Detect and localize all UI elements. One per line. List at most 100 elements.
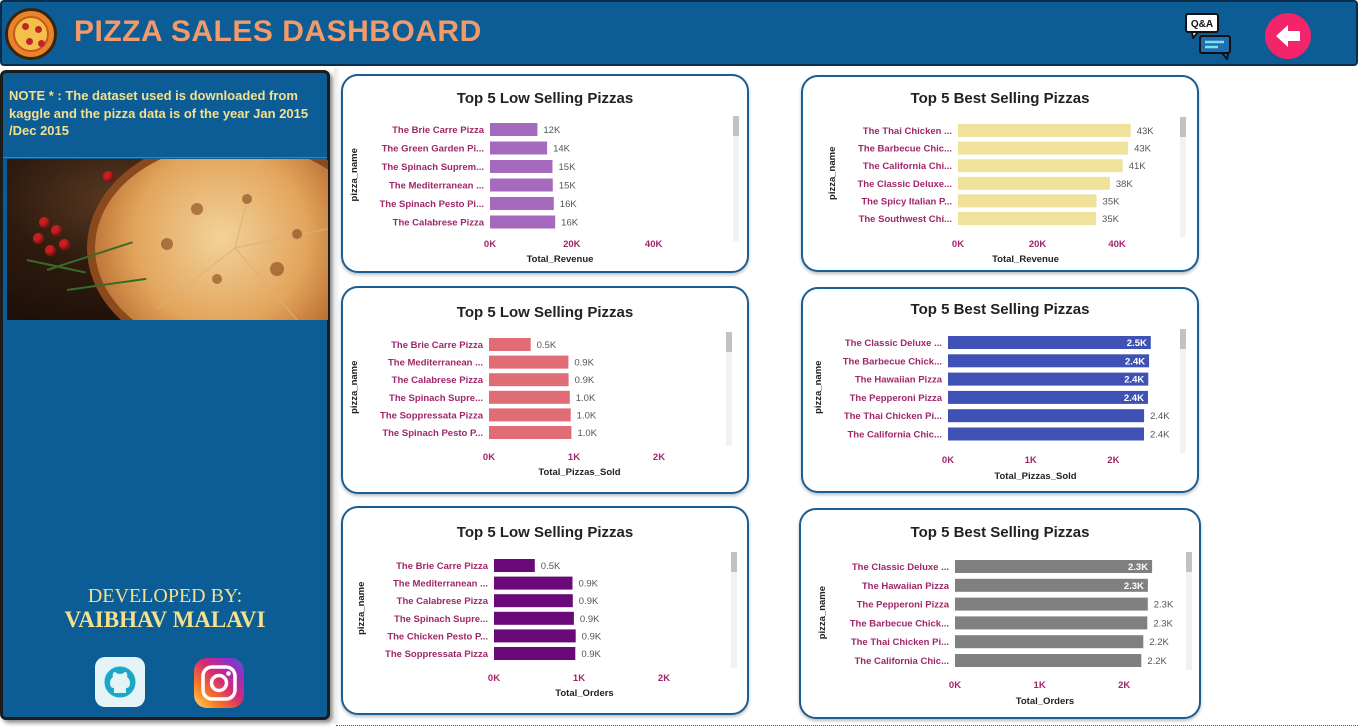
bar bbox=[494, 559, 535, 572]
x-axis-title: Total_Revenue bbox=[992, 254, 1059, 265]
data-label: 2.4K bbox=[1124, 393, 1144, 404]
x-tick-label: 40K bbox=[645, 239, 663, 250]
instagram-link[interactable] bbox=[194, 658, 244, 708]
data-label: 0.9K bbox=[575, 375, 595, 386]
instagram-icon bbox=[201, 665, 237, 701]
data-label: 0.9K bbox=[580, 614, 600, 625]
category-label: The California Chic... bbox=[848, 430, 943, 441]
chart-card-best-orders[interactable]: Top 5 Best Selling Pizzas The Classic De… bbox=[799, 508, 1201, 719]
y-axis-title: pizza_name bbox=[813, 361, 824, 414]
data-label: 16K bbox=[561, 218, 579, 229]
bar bbox=[955, 597, 1148, 611]
data-label: 0.9K bbox=[581, 649, 601, 660]
category-label: The Brie Carre Pizza bbox=[391, 340, 484, 351]
bar bbox=[490, 215, 556, 229]
bar-chart-low-pizzas-sold: The Brie Carre Pizza 0.5K The Mediterranea… bbox=[349, 332, 732, 478]
bar bbox=[490, 160, 553, 173]
dashboard-header: PIZZA SALES DASHBOARD Q&A bbox=[0, 0, 1358, 66]
bar bbox=[489, 408, 571, 422]
dataset-note: NOTE * : The dataset used is downloaded … bbox=[9, 88, 309, 138]
x-axis-title: Total_Revenue bbox=[527, 254, 594, 265]
bar bbox=[955, 560, 1153, 573]
data-label: 1.0K bbox=[577, 410, 597, 421]
bar-chart-low-orders: The Brie Carre Pizza 0.5K The Mediterranea… bbox=[356, 552, 737, 699]
category-label: The California Chi... bbox=[863, 161, 952, 172]
category-label: The Southwest Chi... bbox=[859, 214, 952, 225]
bar bbox=[494, 594, 573, 608]
category-label: The Pepperoni Pizza bbox=[857, 600, 950, 611]
chart-card-best-pizzas-sold[interactable]: Top 5 Best Selling Pizzas The Classic De… bbox=[801, 287, 1199, 493]
arrow-left-icon bbox=[1276, 25, 1300, 47]
bar bbox=[494, 629, 576, 643]
scrollbar-thumb bbox=[1186, 552, 1192, 572]
bar bbox=[948, 409, 1145, 423]
chart-card-low-pizzas-sold[interactable]: Top 5 Low Selling Pizzas The Brie Carre … bbox=[341, 286, 749, 494]
data-label: 0.5K bbox=[541, 561, 561, 572]
x-tick-label: 0K bbox=[952, 239, 964, 250]
bar bbox=[958, 141, 1129, 155]
data-label: 38K bbox=[1116, 179, 1134, 190]
bar bbox=[494, 611, 574, 625]
x-tick-label: 1K bbox=[1034, 680, 1046, 691]
x-tick-label: 2K bbox=[1107, 455, 1119, 466]
bar bbox=[948, 354, 1150, 368]
qa-button[interactable]: Q&A bbox=[1184, 12, 1234, 60]
x-tick-label: 1K bbox=[573, 673, 585, 684]
data-label: 0.9K bbox=[582, 631, 602, 642]
bar bbox=[955, 654, 1142, 667]
bar bbox=[948, 336, 1151, 349]
category-label: The Barbecue Chick... bbox=[850, 618, 949, 629]
chart-card-best-revenue[interactable]: Top 5 Best Selling Pizzas The Thai Chick… bbox=[801, 75, 1199, 272]
category-label: The Classic Deluxe ... bbox=[845, 338, 942, 349]
scrollbar-thumb bbox=[731, 552, 737, 572]
data-label: 2.2K bbox=[1149, 637, 1169, 648]
x-tick-label: 2K bbox=[653, 452, 665, 463]
qa-chat-icon: Q&A bbox=[1185, 13, 1231, 60]
data-label: 1.0K bbox=[577, 428, 597, 439]
category-label: The Brie Carre Pizza bbox=[392, 125, 485, 136]
back-button[interactable] bbox=[1265, 13, 1311, 59]
data-label: 2.4K bbox=[1150, 411, 1170, 422]
x-tick-label: 0K bbox=[949, 680, 961, 691]
data-label: 2.5K bbox=[1127, 338, 1147, 349]
data-label: 43K bbox=[1137, 126, 1155, 137]
x-axis-title: Total_Orders bbox=[555, 688, 613, 699]
data-label: 0.9K bbox=[579, 596, 599, 607]
scrollbar-thumb bbox=[1180, 329, 1186, 349]
data-label: 14K bbox=[553, 144, 571, 155]
x-tick-label: 20K bbox=[563, 239, 581, 250]
y-axis-title: pizza_name bbox=[817, 586, 828, 639]
category-label: The Classic Deluxe ... bbox=[852, 562, 949, 573]
bar bbox=[948, 390, 1148, 404]
bar bbox=[955, 578, 1148, 592]
x-tick-label: 0K bbox=[488, 673, 500, 684]
category-label: The Spinach Suprem... bbox=[382, 162, 484, 173]
bar bbox=[489, 338, 531, 351]
bar bbox=[948, 427, 1144, 441]
github-link[interactable] bbox=[95, 657, 145, 707]
category-label: The Barbecue Chic... bbox=[858, 144, 952, 155]
category-label: The Thai Chicken Pi... bbox=[851, 637, 949, 648]
data-label: 0.9K bbox=[578, 579, 598, 590]
chart-card-low-revenue[interactable]: Top 5 Low Selling Pizzas The Brie Carre … bbox=[341, 74, 749, 273]
pizza-photo bbox=[7, 159, 328, 320]
data-label: 2.4K bbox=[1150, 430, 1170, 441]
x-tick-label: 20K bbox=[1029, 239, 1047, 250]
bar bbox=[958, 212, 1096, 225]
category-label: The Calabrese Pizza bbox=[392, 375, 484, 386]
category-label: The Barbecue Chick... bbox=[843, 356, 942, 367]
chart-card-low-orders[interactable]: Top 5 Low Selling Pizzas The Brie Carre … bbox=[341, 506, 749, 715]
bar-chart-best-revenue: The Thai Chicken ... 43K The Barbecue Chic… bbox=[827, 117, 1186, 265]
y-axis-title: pizza_name bbox=[349, 148, 360, 201]
data-label: 1.0K bbox=[576, 393, 596, 404]
bar bbox=[489, 390, 570, 404]
x-axis-title: Total_Orders bbox=[1016, 696, 1074, 707]
category-label: The Chicken Pesto P... bbox=[387, 631, 488, 642]
category-label: The Mediterranean ... bbox=[389, 181, 484, 192]
category-label: The Spicy Italian P... bbox=[861, 196, 952, 207]
bar bbox=[958, 124, 1131, 137]
panel-divider bbox=[334, 68, 340, 724]
category-label: The Pepperoni Pizza bbox=[850, 393, 943, 404]
x-tick-label: 1K bbox=[1025, 455, 1037, 466]
category-label: The Hawaiian Pizza bbox=[855, 375, 943, 386]
